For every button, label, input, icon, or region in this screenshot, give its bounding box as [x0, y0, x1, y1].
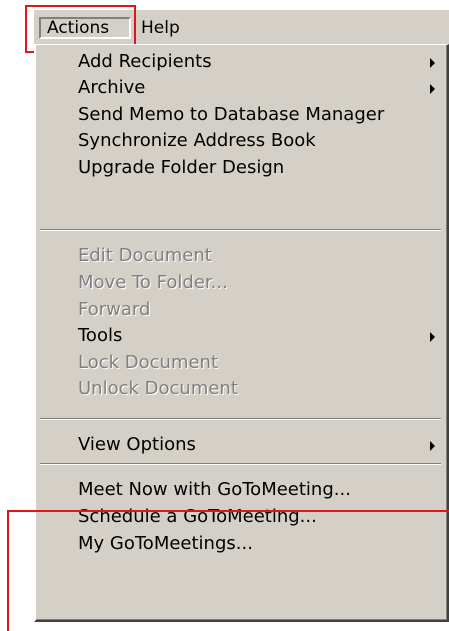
submenu-arrow-icon — [430, 58, 435, 68]
menu-item-upgrade-folder-design[interactable]: Upgrade Folder Design — [36, 155, 447, 181]
menu-separator — [40, 418, 441, 420]
menu-item-label: Move To Folder... — [78, 272, 228, 293]
menu-item-lock-document: Lock Document — [36, 350, 447, 376]
submenu-arrow-icon — [430, 84, 435, 94]
menu-item-unlock-document: Unlock Document — [36, 376, 447, 402]
menu-item-meet-now-with-gotomeeting[interactable]: Meet Now with GoToMeeting... — [36, 477, 447, 503]
menu-item-send-memo-to-database-manager[interactable]: Send Memo to Database Manager — [36, 102, 447, 128]
menu-item-forward: Forward — [36, 297, 447, 323]
submenu-arrow-icon — [430, 441, 435, 451]
menu-item-label: Meet Now with GoToMeeting... — [78, 479, 351, 500]
menu-item-schedule-a-gotomeeting[interactable]: Schedule a GoToMeeting... — [36, 504, 447, 530]
actions-dropdown-menu: Add Recipients Archive Send Memo to Data… — [34, 44, 449, 622]
menu-item-label: Synchronize Address Book — [78, 130, 316, 151]
menu-actions[interactable]: Actions — [39, 17, 131, 39]
menu-item-label: Edit Document — [78, 245, 212, 266]
menu-item-label: Tools — [78, 325, 123, 346]
menu-item-label: Unlock Document — [78, 378, 238, 399]
menu-item-label: View Options — [78, 434, 196, 455]
annotation-line-left — [7, 510, 9, 631]
menu-separator — [40, 229, 441, 231]
menu-item-label: Send Memo to Database Manager — [78, 104, 385, 125]
menu-item-move-to-folder: Move To Folder... — [36, 270, 447, 296]
menu-separator — [40, 463, 441, 465]
menu-item-label: My GoToMeetings... — [78, 533, 253, 554]
menu-bar: Actions Help — [34, 10, 449, 44]
menu-help[interactable]: Help — [135, 17, 195, 39]
menu-item-my-gotomeetings[interactable]: My GoToMeetings... — [36, 531, 447, 557]
menu-item-tools[interactable]: Tools — [36, 323, 447, 349]
menu-item-label: Forward — [78, 299, 151, 320]
menu-item-label: Schedule a GoToMeeting... — [78, 506, 317, 527]
menu-item-label: Lock Document — [78, 352, 219, 373]
menu-item-label: Add Recipients — [78, 51, 212, 72]
menu-item-add-recipients[interactable]: Add Recipients — [36, 49, 447, 75]
submenu-arrow-icon — [430, 332, 435, 342]
menu-item-label: Archive — [78, 77, 146, 98]
menu-item-archive[interactable]: Archive — [36, 75, 447, 101]
menu-item-edit-document: Edit Document — [36, 243, 447, 269]
menu-item-label: Upgrade Folder Design — [78, 157, 285, 178]
menu-item-view-options[interactable]: View Options — [36, 432, 447, 458]
menu-item-synchronize-address-book[interactable]: Synchronize Address Book — [36, 128, 447, 154]
